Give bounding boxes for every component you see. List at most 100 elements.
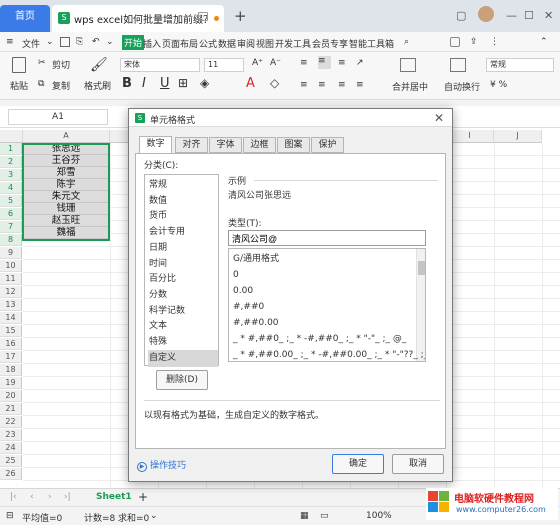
row-header-23[interactable]: 23 bbox=[0, 429, 22, 441]
category-item[interactable]: 百分比 bbox=[148, 271, 218, 288]
align-top-icon[interactable]: ≡ bbox=[300, 58, 308, 68]
menu-insert[interactable]: 插入 bbox=[143, 37, 161, 50]
row-header-5[interactable]: 5 bbox=[0, 195, 22, 207]
currency-icon[interactable]: ¥ % bbox=[490, 80, 507, 90]
category-item[interactable]: 日期 bbox=[148, 240, 218, 257]
format-painter-button[interactable]: 格式刷 bbox=[84, 79, 111, 92]
tab-alignment[interactable]: 对齐 bbox=[175, 137, 208, 153]
row-header-21[interactable]: 21 bbox=[0, 403, 22, 415]
increase-font-icon[interactable]: A⁺ bbox=[252, 58, 263, 68]
paste-icon[interactable] bbox=[12, 57, 26, 73]
menu-page-layout[interactable]: 页面布局 bbox=[162, 37, 198, 50]
copy-icon[interactable]: ⧉ bbox=[38, 79, 44, 89]
copy-button[interactable]: 复制 bbox=[52, 79, 70, 92]
row-header-10[interactable]: 10 bbox=[0, 260, 22, 272]
row-header-20[interactable]: 20 bbox=[0, 390, 22, 402]
decrease-font-icon[interactable]: A⁻ bbox=[270, 58, 281, 68]
select-all-corner[interactable] bbox=[0, 130, 23, 143]
category-item[interactable]: 文本 bbox=[148, 318, 218, 335]
export-icon[interactable]: ⎘ bbox=[76, 37, 83, 47]
format-item[interactable]: #,##0.00 bbox=[233, 315, 279, 331]
sheet-tab-sheet1[interactable]: Sheet1 bbox=[96, 492, 132, 502]
category-list[interactable]: 常规 数值 货币 会计专用 日期 时间 百分比 分数 科学记数 文本 特殊 自定义 bbox=[144, 174, 219, 367]
merge-center-button[interactable]: 合并居中 bbox=[392, 80, 428, 93]
delete-button[interactable]: 删除(D) bbox=[156, 370, 208, 390]
category-item[interactable]: 特殊 bbox=[148, 334, 218, 351]
redo-icon[interactable]: ⌄ bbox=[106, 37, 114, 47]
tab-document[interactable]: S wps excel如何批量增加前缀？ bbox=[52, 5, 224, 32]
view-page-icon[interactable]: ▭ bbox=[320, 511, 329, 521]
format-list-scrollbar[interactable] bbox=[416, 249, 425, 361]
wrap-text-button[interactable]: 自动换行 bbox=[444, 80, 480, 93]
close-icon[interactable]: ✕ bbox=[544, 9, 553, 22]
next-sheet-icon[interactable]: › bbox=[48, 492, 52, 502]
font-color-button[interactable]: A bbox=[246, 76, 255, 91]
row-header-2[interactable]: 2 bbox=[0, 156, 22, 168]
search-icon[interactable]: ⌕ bbox=[404, 37, 409, 47]
view-normal-icon[interactable]: ▦ bbox=[300, 511, 309, 521]
column-header-j[interactable]: J bbox=[494, 130, 542, 143]
row-header-22[interactable]: 22 bbox=[0, 416, 22, 428]
tab-protection[interactable]: 保护 bbox=[311, 137, 344, 153]
tab-font[interactable]: 字体 bbox=[209, 137, 242, 153]
row-header-25[interactable]: 25 bbox=[0, 455, 22, 467]
menu-review[interactable]: 审阅 bbox=[237, 37, 255, 50]
row-header-3[interactable]: 3 bbox=[0, 169, 22, 181]
format-item[interactable]: 0.00 bbox=[233, 283, 253, 299]
align-center-icon[interactable]: ≡ bbox=[318, 80, 326, 90]
row-header-7[interactable]: 7 bbox=[0, 221, 22, 233]
avatar[interactable] bbox=[478, 6, 494, 22]
save-icon[interactable] bbox=[60, 37, 70, 47]
status-chevron-icon[interactable]: ⌄ bbox=[150, 511, 158, 521]
column-header-a[interactable]: A bbox=[23, 130, 110, 143]
fill-color-icon[interactable]: ◈ bbox=[200, 76, 209, 90]
number-format-select[interactable]: 常规 bbox=[486, 58, 554, 72]
hamburger-icon[interactable]: ≡ bbox=[6, 37, 14, 47]
align-left-icon[interactable]: ≡ bbox=[300, 80, 308, 90]
row-header-15[interactable]: 15 bbox=[0, 325, 22, 337]
column-header-i[interactable]: I bbox=[446, 130, 494, 143]
row-header-18[interactable]: 18 bbox=[0, 364, 22, 376]
row-header-26[interactable]: 26 bbox=[0, 468, 22, 480]
share-icon[interactable]: ⇪ bbox=[470, 37, 478, 47]
window-switch-icon[interactable]: ▢ bbox=[456, 9, 466, 22]
cancel-button[interactable]: 取消 bbox=[392, 454, 444, 474]
clear-icon[interactable]: ◇ bbox=[270, 76, 279, 90]
name-box[interactable]: A1 bbox=[8, 109, 108, 125]
undo-icon[interactable]: ↶ bbox=[92, 37, 100, 47]
row-header-4[interactable]: 4 bbox=[0, 182, 22, 194]
menu-member[interactable]: 会员专享 bbox=[312, 37, 348, 50]
prev-sheet-icon[interactable]: ‹ bbox=[30, 492, 34, 502]
row-header-12[interactable]: 12 bbox=[0, 286, 22, 298]
border-icon[interactable]: ⊞ bbox=[178, 76, 188, 90]
format-item[interactable]: 0 bbox=[233, 267, 239, 283]
zoom-level[interactable]: 100% bbox=[366, 511, 392, 521]
more-icon[interactable]: ⋮ bbox=[490, 37, 499, 47]
menu-formula[interactable]: 公式 bbox=[199, 37, 217, 50]
orientation-icon[interactable]: ↗ bbox=[356, 58, 364, 68]
row-header-13[interactable]: 13 bbox=[0, 299, 22, 311]
tab-border[interactable]: 边框 bbox=[243, 137, 276, 153]
underline-button[interactable]: U bbox=[160, 76, 170, 91]
justify-icon[interactable]: ≡ bbox=[356, 80, 364, 90]
row-header-8[interactable]: 8 bbox=[0, 234, 22, 246]
format-item[interactable]: _ * #,##0_ ;_ * -#,##0_ ;_ * "-"_ ;_ @_ bbox=[233, 331, 406, 347]
wrap-icon[interactable] bbox=[450, 58, 466, 72]
scissors-icon[interactable]: ✂ bbox=[38, 58, 46, 68]
tab-home[interactable]: 首页 bbox=[0, 5, 50, 32]
menu-view[interactable]: 视图 bbox=[256, 37, 274, 50]
close-icon[interactable]: ✕ bbox=[434, 111, 444, 125]
collapse-ribbon-icon[interactable]: ⌃ bbox=[540, 37, 548, 47]
menu-data[interactable]: 数据 bbox=[218, 37, 236, 50]
row-header-24[interactable]: 24 bbox=[0, 442, 22, 454]
format-item[interactable]: _ * #,##0.00_ ;_ * -#,##0.00_ ;_ * "-"??… bbox=[233, 347, 425, 361]
category-item[interactable]: 数值 bbox=[148, 193, 218, 210]
merge-icon[interactable] bbox=[400, 58, 416, 72]
row-header-16[interactable]: 16 bbox=[0, 338, 22, 350]
font-size-select[interactable]: 11 bbox=[204, 58, 244, 72]
row-header-14[interactable]: 14 bbox=[0, 312, 22, 324]
row-header-9[interactable]: 9 bbox=[0, 247, 22, 259]
tips-link[interactable]: ▶ 操作技巧 bbox=[137, 458, 186, 472]
type-input[interactable] bbox=[228, 230, 426, 246]
menu-smart-tools[interactable]: 智能工具箱 bbox=[349, 37, 394, 50]
